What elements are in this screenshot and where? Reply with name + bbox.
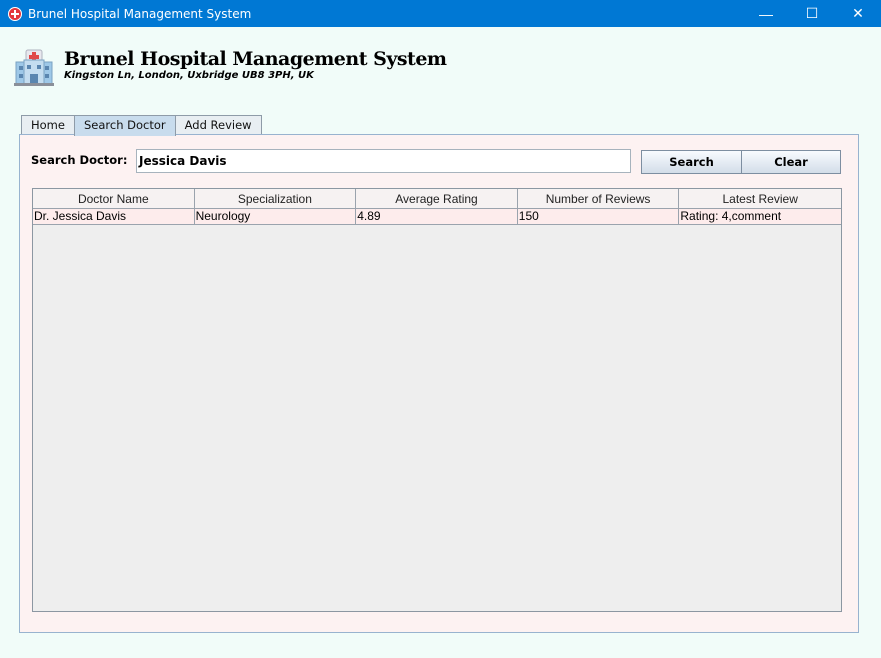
app-title: Brunel Hospital Management System xyxy=(64,48,447,70)
search-doctor-input[interactable]: Jessica Davis xyxy=(136,149,631,173)
title-bar: Brunel Hospital Management System — ☐ ✕ xyxy=(0,0,881,27)
column-header-specialization[interactable]: Specialization xyxy=(195,189,357,208)
tab-search-doctor[interactable]: Search Doctor xyxy=(73,115,176,136)
cell-specialization[interactable]: Neurology xyxy=(195,209,357,224)
tab-home[interactable]: Home xyxy=(21,115,75,135)
minimize-button[interactable]: — xyxy=(743,0,789,27)
search-doctor-label: Search Doctor: xyxy=(31,153,128,167)
doctor-results-table[interactable]: Doctor Name Specialization Average Ratin… xyxy=(32,188,842,612)
hospital-address: Kingston Ln, London, Uxbridge UB8 3PH, U… xyxy=(64,70,314,81)
cell-latest-review[interactable]: Rating: 4,comment xyxy=(679,209,841,224)
cell-number-of-reviews[interactable]: 150 xyxy=(518,209,680,224)
tab-bar: Home Search Doctor Add Review xyxy=(21,115,262,136)
cell-doctor-name[interactable]: Dr. Jessica Davis xyxy=(33,209,195,224)
hospital-building-icon xyxy=(14,49,54,86)
window-title: Brunel Hospital Management System xyxy=(28,6,252,21)
column-header-doctor-name[interactable]: Doctor Name xyxy=(33,189,195,208)
close-button[interactable]: ✕ xyxy=(835,0,881,27)
hospital-cross-icon xyxy=(8,6,22,21)
column-header-number-of-reviews[interactable]: Number of Reviews xyxy=(518,189,680,208)
app-header: Brunel Hospital Management System Kingst… xyxy=(14,48,447,86)
search-doctor-panel: Search Doctor: Jessica Davis Search Clea… xyxy=(19,134,859,633)
table-row[interactable]: Dr. Jessica Davis Neurology 4.89 150 Rat… xyxy=(33,209,841,225)
cell-average-rating[interactable]: 4.89 xyxy=(356,209,518,224)
table-header: Doctor Name Specialization Average Ratin… xyxy=(33,189,841,209)
column-header-latest-review[interactable]: Latest Review xyxy=(679,189,841,208)
search-button[interactable]: Search xyxy=(641,150,742,174)
column-header-average-rating[interactable]: Average Rating xyxy=(356,189,518,208)
clear-button[interactable]: Clear xyxy=(741,150,841,174)
tab-add-review[interactable]: Add Review xyxy=(174,115,262,135)
maximize-button[interactable]: ☐ xyxy=(789,0,835,27)
